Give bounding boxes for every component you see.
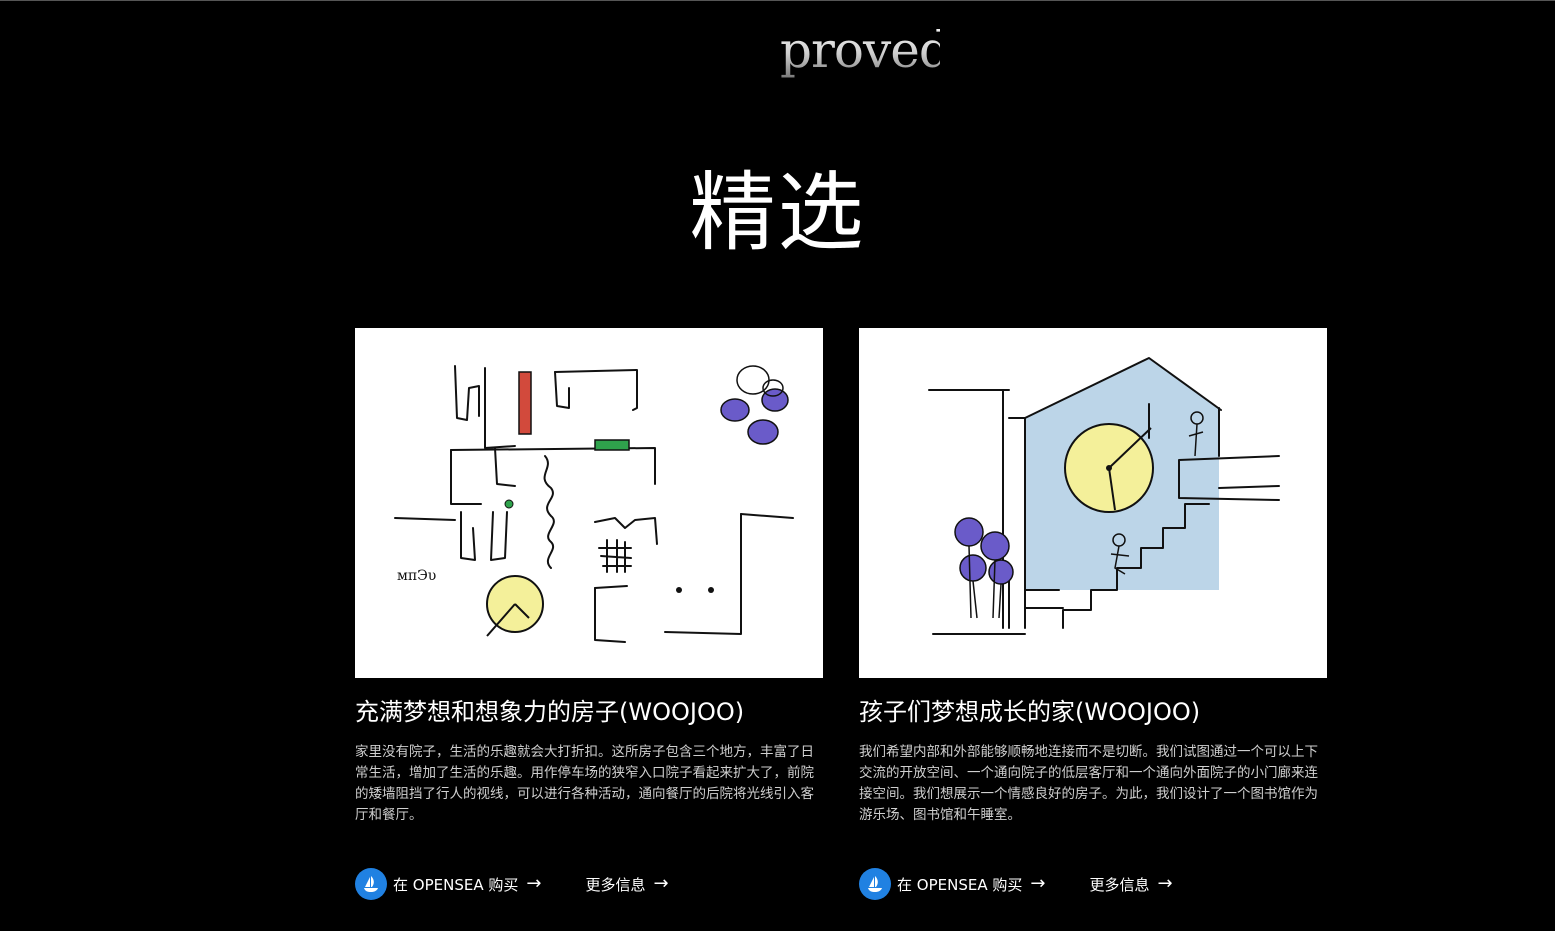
arrow-right-icon: → bbox=[1157, 873, 1173, 894]
section-title: 精选 bbox=[689, 163, 866, 263]
more-info-link[interactable]: 更多信息 → bbox=[585, 874, 668, 895]
opensea-ship-icon bbox=[859, 868, 891, 900]
card-description: 我们希望内部和外部能够顺畅地连接而不是切断。我们试图通过一个可以上下交流的开放空… bbox=[859, 744, 1318, 823]
buy-link-label: 在 OPENSEA 购买 bbox=[897, 875, 1023, 894]
featured-card-2: 孩子们梦想成长的家(WOOJOO) 我们希望内部和外部能够顺畅地连接而不是切断。… bbox=[859, 328, 1327, 900]
featured-card-1: мπЭυ 充满梦想和想象力的房子(WOOJOO) 家里没有院子，生活的乐趣就会大… bbox=[355, 328, 823, 900]
site-logo[interactable]: proved bbox=[780, 18, 951, 82]
more-link-label: 更多信息 bbox=[585, 875, 646, 894]
top-border bbox=[0, 0, 1555, 1]
card-image-house-section-sketch[interactable] bbox=[859, 328, 1327, 678]
sketch-annotation: мπЭυ bbox=[397, 568, 436, 584]
arrow-right-icon: → bbox=[526, 873, 542, 894]
more-link-label: 更多信息 bbox=[1089, 875, 1150, 894]
buy-link-label: 在 OPENSEA 购买 bbox=[393, 875, 519, 894]
card-actions: 在 OPENSEA 购买 → 更多信息 → bbox=[355, 868, 669, 900]
card-actions: 在 OPENSEA 购买 → 更多信息 → bbox=[859, 868, 1173, 900]
logo-text: proved bbox=[780, 18, 951, 82]
card-image-floorplan-sketch[interactable]: мπЭυ bbox=[355, 328, 823, 678]
card-title[interactable]: 孩子们梦想成长的家(WOOJOO) bbox=[859, 696, 1327, 728]
more-info-link[interactable]: 更多信息 → bbox=[1089, 874, 1172, 895]
arrow-right-icon: → bbox=[1030, 873, 1046, 894]
arrow-right-icon: → bbox=[653, 873, 669, 894]
card-description: 家里没有院子，生活的乐趣就会大打折扣。这所房子包含三个地方，丰富了日常生活，增加… bbox=[355, 744, 814, 823]
buy-on-opensea-link[interactable]: 在 OPENSEA 购买 → bbox=[859, 868, 1045, 900]
opensea-ship-icon bbox=[355, 868, 387, 900]
buy-on-opensea-link[interactable]: 在 OPENSEA 购买 → bbox=[355, 868, 541, 900]
card-title[interactable]: 充满梦想和想象力的房子(WOOJOO) bbox=[355, 696, 823, 728]
